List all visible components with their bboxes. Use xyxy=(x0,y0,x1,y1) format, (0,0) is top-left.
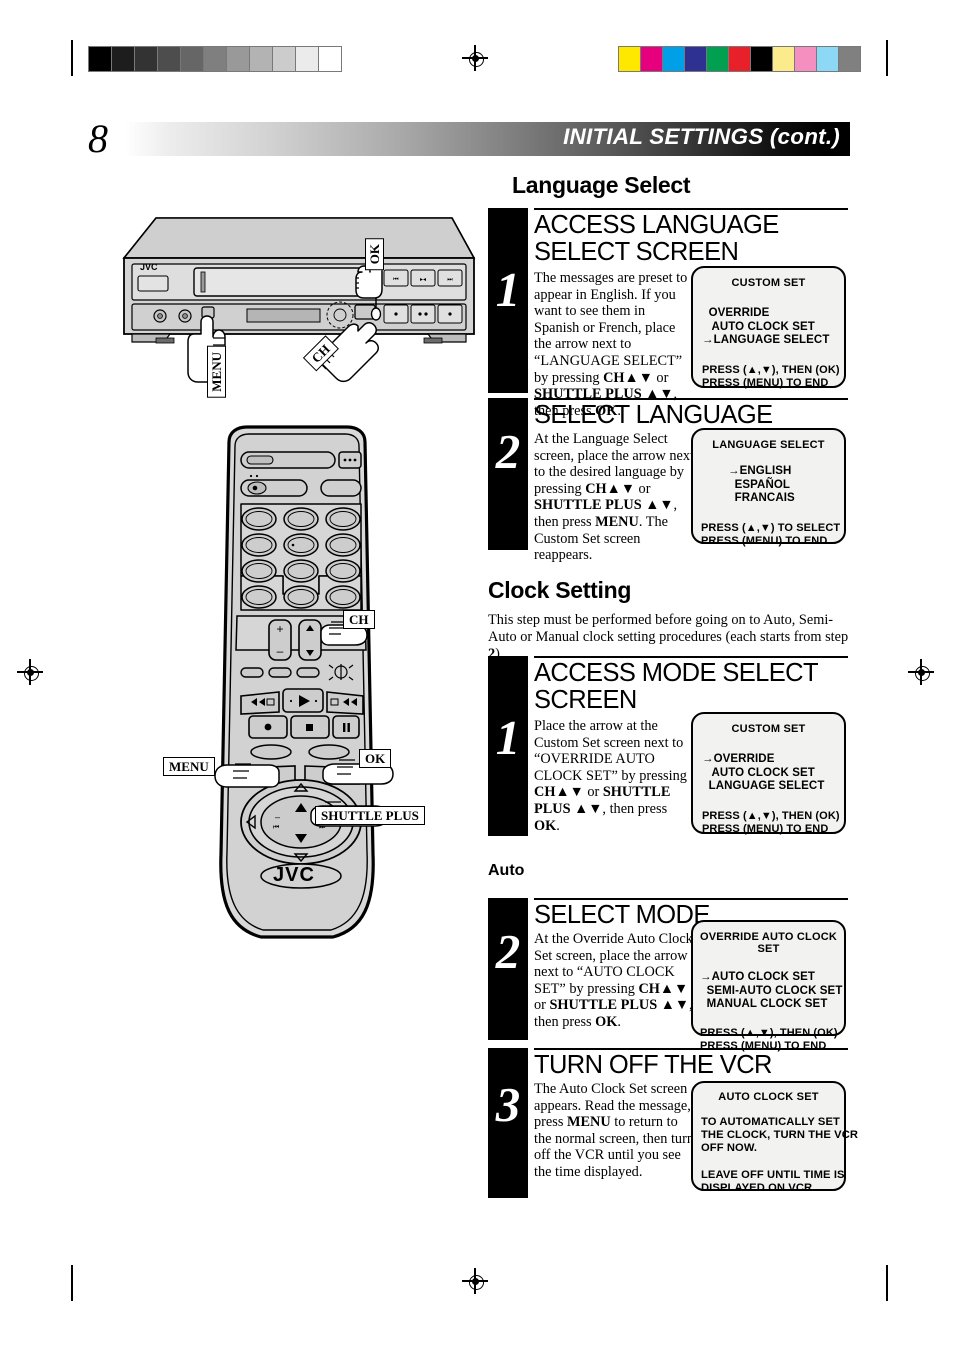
osd-title: LANGUAGE SELECT xyxy=(712,439,825,451)
page-number: 8 xyxy=(88,116,108,161)
step-body: At the Language Select screen, place the… xyxy=(534,431,694,564)
step-heading: ACCESS LANGUAGE SELECT SCREEN xyxy=(534,211,779,266)
subsection-title-auto: Auto xyxy=(488,862,525,879)
osd-footer: PRESS (▲,▼), THEN (OK) PRESS (MENU) TO E… xyxy=(702,809,840,835)
registration-mark-top xyxy=(462,45,488,71)
section-title-language: Language Select xyxy=(512,172,691,198)
osd-paragraph-2: LEAVE OFF UNTIL TIME IS DISPLAYED ON VCR… xyxy=(701,1168,845,1194)
step-number: 1 xyxy=(495,262,521,317)
osd-title: AUTO CLOCK SET xyxy=(718,1091,819,1103)
registration-mark-left xyxy=(17,659,43,685)
grayscale-swatch xyxy=(296,47,319,71)
vcr-callout-ok: OK xyxy=(365,238,384,271)
step-heading: ACCESS MODE SELECT SCREEN xyxy=(534,659,818,714)
crop-mark-top-left xyxy=(71,40,73,76)
grayscale-swatch xyxy=(227,47,250,71)
crop-mark-bottom-left xyxy=(71,1265,73,1301)
color-swatch xyxy=(817,47,839,71)
osd-menu-list: →OVERRIDE AUTO CLOCK SET LANGUAGE SELECT xyxy=(702,753,825,793)
osd-footer: PRESS (▲,▼), THEN (OK) PRESS (MENU) TO E… xyxy=(702,363,840,389)
step-block: 2 SELECT LANGUAGE At the Language Select… xyxy=(488,398,848,563)
osd-screen: CUSTOM SET OVERRIDE AUTO CLOCK SET →LANG… xyxy=(691,266,846,389)
step-block: 2 SELECT MODE At the Override Auto Clock… xyxy=(488,898,848,1052)
svg-text:⏮: ⏮ xyxy=(273,824,279,831)
grayscale-swatch xyxy=(135,47,158,71)
osd-screen: CUSTOM SET →OVERRIDE AUTO CLOCK SET LANG… xyxy=(691,712,846,835)
color-swatch xyxy=(795,47,817,71)
svg-text:+: + xyxy=(276,622,283,636)
color-swatch xyxy=(839,47,860,71)
color-swatch xyxy=(751,47,773,71)
step-number: 2 xyxy=(495,424,521,479)
svg-text:▸◂: ▸◂ xyxy=(420,277,426,283)
osd-menu-list: →ENGLISH ESPAÑOL FRANCAIS xyxy=(728,465,795,505)
svg-text:⏮: ⏮ xyxy=(393,277,399,283)
remote-callout-ch: CH xyxy=(343,610,375,629)
osd-title: CUSTOM SET xyxy=(731,277,806,289)
step-body: The messages are preset to appear in Eng… xyxy=(534,270,688,419)
grayscale-swatch xyxy=(158,47,181,71)
osd-footer: PRESS (▲,▼) TO SELECT PRESS (MENU) TO EN… xyxy=(701,521,841,547)
step-heading: SELECT LANGUAGE xyxy=(534,401,773,429)
color-calibration-bar xyxy=(618,46,861,72)
remote-callout-menu: MENU xyxy=(163,757,215,776)
crop-mark-top-right xyxy=(886,40,888,76)
registration-mark-right xyxy=(908,659,934,685)
registration-mark-bottom xyxy=(462,1268,488,1294)
crop-mark-bottom-right xyxy=(886,1265,888,1301)
step-block: 1 ACCESS LANGUAGE SELECT SCREEN The mess… xyxy=(488,208,848,419)
svg-text:–: – xyxy=(277,644,284,658)
step-block: 3 TURN OFF THE VCR The Auto Clock Set sc… xyxy=(488,1048,859,1198)
svg-text:⏭: ⏭ xyxy=(447,277,453,283)
step-number: 3 xyxy=(495,1077,521,1132)
color-swatch xyxy=(663,47,685,71)
color-swatch xyxy=(641,47,663,71)
remote-callout-ok: OK xyxy=(359,749,392,768)
osd-menu-list: →AUTO CLOCK SET SEMI-AUTO CLOCK SET MANU… xyxy=(700,971,843,1011)
osd-screen: LANGUAGE SELECT →ENGLISH ESPAÑOL FRANCAI… xyxy=(691,428,846,547)
grayscale-swatch xyxy=(319,47,341,71)
osd-menu-list: OVERRIDE AUTO CLOCK SET →LANGUAGE SELECT xyxy=(702,307,830,347)
grayscale-swatch xyxy=(204,47,227,71)
grayscale-swatch xyxy=(273,47,296,71)
osd-screen: OVERRIDE AUTO CLOCK SET →AUTO CLOCK SET … xyxy=(691,920,846,1052)
manual-page: 8 INITIAL SETTINGS (cont.) Language Sele… xyxy=(0,0,954,1348)
grayscale-calibration-bar xyxy=(88,46,342,72)
remote-callout-shuttle-plus: SHUTTLE PLUS xyxy=(315,806,425,825)
color-swatch xyxy=(685,47,707,71)
vcr-drawing: ⏮ ▸◂ ⏭ xyxy=(122,217,476,383)
osd-title: CUSTOM SET xyxy=(731,723,806,735)
grayscale-swatch xyxy=(250,47,273,71)
osd-paragraph-1: TO AUTOMATICALLY SET THE CLOCK, TURN THE… xyxy=(701,1116,859,1155)
vcr-illustration: ⏮ ▸◂ ⏭ JVC OK MENU CH xyxy=(112,206,484,406)
hand-pointer-remote-menu xyxy=(214,763,280,788)
section-title-clock: Clock Setting xyxy=(488,577,632,603)
step-body: The Auto Clock Set screen appears. Read … xyxy=(534,1081,694,1180)
remote-illustration: + – – ⏮ ⏭ JVC CH MENU OK SHUTTLE PLUS xyxy=(163,424,425,944)
osd-screen: AUTO CLOCK SET TO AUTOMATICALLY SET THE … xyxy=(691,1081,859,1194)
page-header: 8 INITIAL SETTINGS (cont.) xyxy=(88,118,850,160)
color-swatch xyxy=(707,47,729,71)
grayscale-swatch xyxy=(181,47,204,71)
vcr-brand-label: JVC xyxy=(140,262,158,272)
color-swatch xyxy=(773,47,795,71)
intro-line-2a: or Manual clock setting procedures (each… xyxy=(520,629,849,645)
step-block: 1 ACCESS MODE SELECT SCREEN Place the ar… xyxy=(488,656,848,836)
remote-brand-label: JVC xyxy=(273,864,315,886)
step-body: At the Override Auto Clock Set screen, p… xyxy=(534,931,693,1030)
header-title: INITIAL SETTINGS (cont.) xyxy=(563,124,840,149)
step-body: Place the arrow at the Custom Set screen… xyxy=(534,718,687,834)
osd-title: OVERRIDE AUTO CLOCK SET xyxy=(699,931,838,955)
svg-text:–: – xyxy=(275,812,280,822)
grayscale-swatch xyxy=(89,47,112,71)
grayscale-swatch xyxy=(112,47,135,71)
step-number: 2 xyxy=(495,924,521,979)
step-number: 1 xyxy=(495,710,521,765)
color-swatch xyxy=(619,47,641,71)
vcr-callout-menu: MENU xyxy=(207,346,226,398)
step-heading: TURN OFF THE VCR xyxy=(534,1051,772,1079)
color-swatch xyxy=(729,47,751,71)
